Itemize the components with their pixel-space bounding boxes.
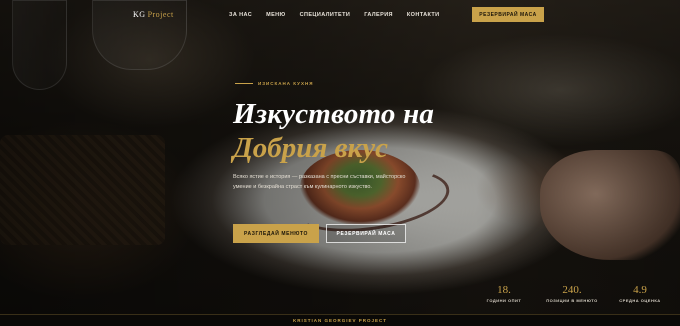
kicker-divider bbox=[235, 83, 253, 84]
kicker-text: ИЗИСКАНА КУХНЯ bbox=[258, 81, 314, 86]
stat-rating: 4.9 СРЕДНА ОЦЕНКА bbox=[606, 284, 674, 303]
stat-value: 240. bbox=[562, 284, 582, 296]
hero-kicker: ИЗИСКАНА КУХНЯ bbox=[235, 81, 313, 86]
nav-item-menu[interactable]: МЕНЮ bbox=[266, 12, 286, 18]
hero-description: Всяко ястие е история — разказана с прес… bbox=[233, 174, 406, 190]
main-menu: ЗА НАС МЕНЮ СПЕЦИАЛИТЕТИ ГАЛЕРИЯ КОНТАКТ… bbox=[229, 12, 454, 18]
reserve-table-button[interactable]: РЕЗЕРВИРАЙ МАСА bbox=[472, 7, 544, 22]
stats-row: 18. ГОДИНИ ОПИТ 240. ПОЗИЦИИ В МЕНЮТО 4.… bbox=[470, 284, 674, 303]
footer-strip: KRISTIAN GEORGIEV PROJECT bbox=[0, 314, 680, 326]
hero-title-line1: Изкуството на bbox=[233, 98, 435, 130]
footer-credit: KRISTIAN GEORGIEV PROJECT bbox=[292, 318, 387, 323]
view-menu-button[interactable]: РАЗГЛЕДАЙ МЕНЮТО bbox=[233, 224, 319, 243]
nav-item-contacts[interactable]: КОНТАКТИ bbox=[407, 12, 440, 18]
top-navigation: KG Project ЗА НАС МЕНЮ СПЕЦИАЛИТЕТИ ГАЛЕР… bbox=[0, 0, 680, 32]
brand-suffix: Project bbox=[147, 10, 174, 19]
brand-name: KG bbox=[133, 10, 146, 19]
stat-value: 18. bbox=[497, 284, 511, 296]
stat-experience: 18. ГОДИНИ ОПИТ bbox=[470, 284, 538, 303]
brand-logo[interactable]: KG Project bbox=[133, 10, 174, 19]
nav-item-gallery[interactable]: ГАЛЕРИЯ bbox=[364, 12, 393, 18]
stat-label: ПОЗИЦИИ В МЕНЮТО bbox=[546, 298, 598, 303]
stat-label: ГОДИНИ ОПИТ bbox=[486, 298, 522, 303]
stat-value: 4.9 bbox=[633, 284, 647, 296]
nav-item-specialties[interactable]: СПЕЦИАЛИТЕТИ bbox=[300, 12, 351, 18]
stat-label: СРЕДНА ОЦЕНКА bbox=[619, 298, 661, 303]
stat-menu-items: 240. ПОЗИЦИИ В МЕНЮТО bbox=[538, 284, 606, 303]
hero-reserve-button[interactable]: РЕЗЕРВИРАЙ МАСА bbox=[326, 224, 406, 243]
nav-item-about[interactable]: ЗА НАС bbox=[229, 12, 252, 18]
hero-title-line2: Добрия вкус bbox=[233, 132, 388, 164]
